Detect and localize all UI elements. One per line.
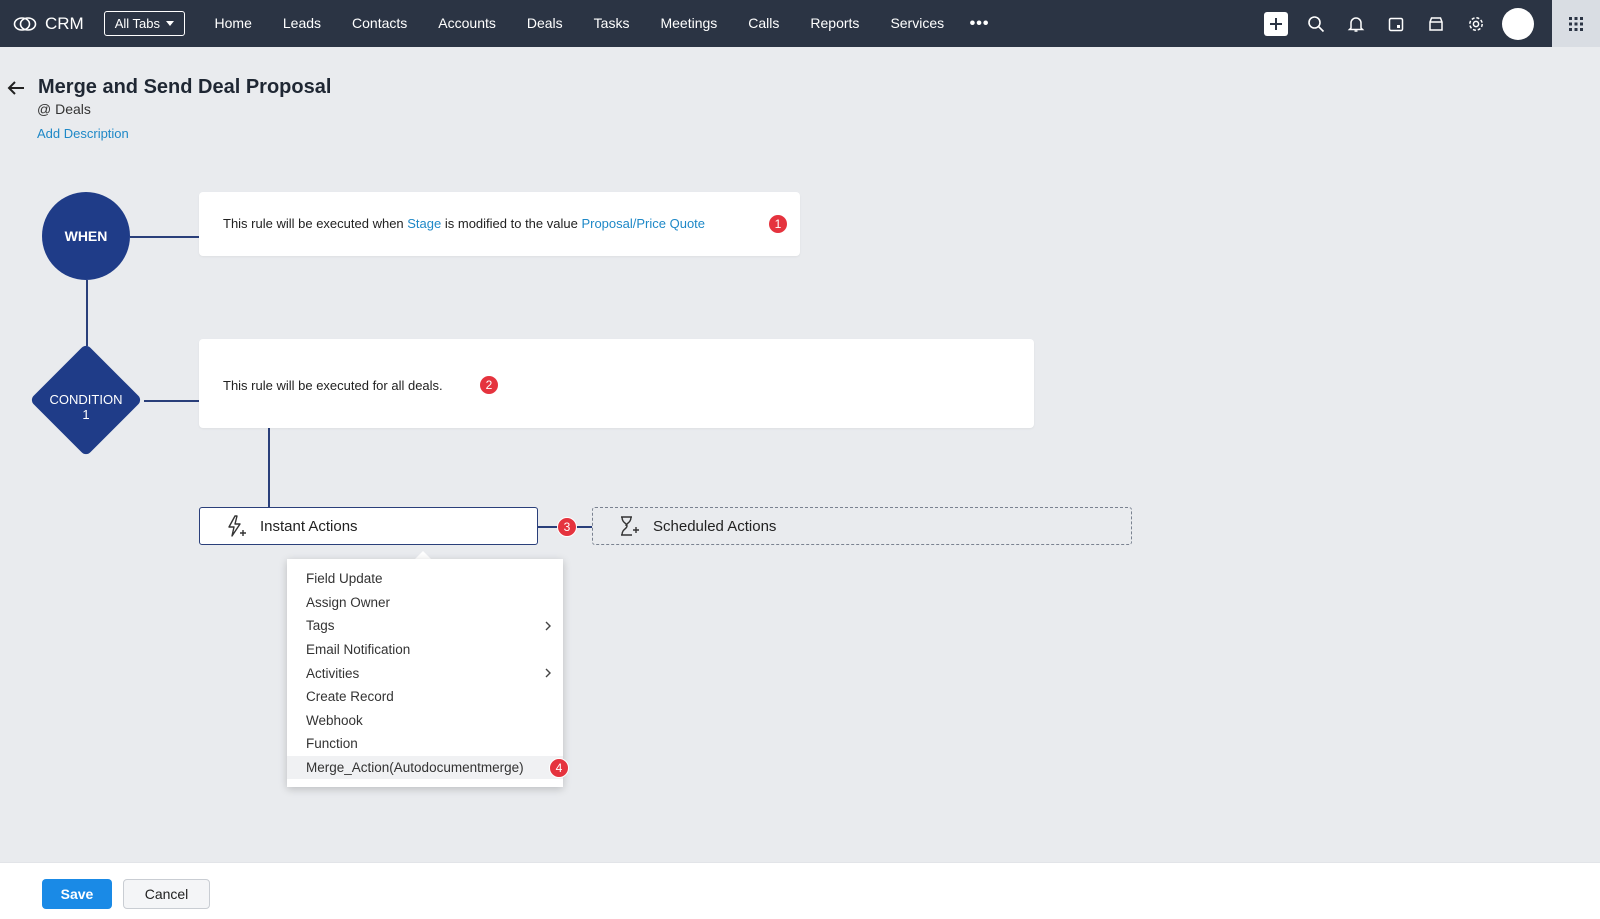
settings-button[interactable] [1456,0,1496,47]
save-button[interactable]: Save [42,879,112,909]
menu-item-label: Tags [306,618,335,634]
menu-item-label: Create Record [306,689,394,705]
menu-item-tags[interactable]: Tags [287,614,563,638]
nav-calls[interactable]: Calls [733,0,795,47]
scheduled-actions-label: Scheduled Actions [653,517,777,535]
back-arrow-icon[interactable] [5,77,27,99]
menu-item-field-update[interactable]: Field Update [287,567,563,591]
nav-services[interactable]: Services [875,0,960,47]
caret-down-icon [166,21,175,26]
nav-tasks[interactable]: Tasks [578,0,645,47]
condition-label: CONDITION 1 [30,392,142,422]
connector-condition-card [144,400,199,402]
nav-deals[interactable]: Deals [511,0,578,47]
create-button[interactable] [1256,0,1296,47]
menu-item-label: Function [306,736,358,752]
condition-card[interactable]: This rule will be executed for all deals… [199,339,1034,428]
search-icon [1308,15,1325,32]
menu-item-label: Merge_Action(Autodocumentmerge) [306,760,524,776]
add-description-link[interactable]: Add Description [37,126,129,141]
page-title: Merge and Send Deal Proposal [38,76,332,98]
cancel-button[interactable]: Cancel [123,879,210,909]
main-nav: Home Leads Contacts Accounts Deals Tasks… [199,0,999,47]
menu-item-function[interactable]: Function [287,732,563,756]
module-label: @ Deals [37,101,91,117]
menu-item-label: Email Notification [306,642,411,658]
all-tabs-label: All Tabs [114,16,161,31]
connector-when-card [130,236,199,238]
when-text-2: is modified to the value [441,216,582,231]
top-nav-bar: CRM All Tabs Home Leads Contacts Account… [0,0,1600,47]
apps-grid-icon [1569,16,1583,31]
menu-item-label: Webhook [306,712,363,728]
step-badge-4: 4 [549,757,569,778]
marketplace-button[interactable] [1416,0,1456,47]
when-text-1: This rule will be executed when [223,216,408,231]
crm-logo-icon [13,16,37,31]
plus-icon [1264,11,1288,36]
search-button[interactable] [1296,0,1336,47]
app-name: CRM [45,13,84,33]
when-node: WHEN [42,192,130,280]
when-description: This rule will be executed when Stage is… [223,216,705,231]
stage-field-link[interactable]: Stage [407,216,441,231]
condition-description: This rule will be executed for all deals… [223,378,443,393]
menu-item-merge-action[interactable]: Merge_Action(Autodocumentmerge) 4 [287,755,569,780]
apps-button[interactable] [1552,0,1600,47]
nav-home[interactable]: Home [199,0,267,47]
nav-reports[interactable]: Reports [795,0,875,47]
store-icon [1429,16,1443,31]
menu-item-label: Field Update [306,571,383,587]
when-card[interactable]: This rule will be executed when Stage is… [199,192,800,256]
menu-item-create-record[interactable]: Create Record [287,685,563,709]
user-avatar[interactable] [1502,7,1534,40]
connector-card-actions [268,428,270,507]
hourglass-plus-icon [621,516,639,536]
step-badge-1: 1 [768,214,788,234]
at-icon: @ [37,101,52,117]
nav-accounts[interactable]: Accounts [423,0,512,47]
top-icons [1256,0,1600,47]
module-name: Deals [55,101,91,117]
more-tabs-icon[interactable]: ••• [960,0,1000,47]
gear-icon [1469,16,1483,31]
menu-item-assign-owner[interactable]: Assign Owner [287,591,563,615]
scheduled-actions-button[interactable]: Scheduled Actions [592,507,1132,545]
all-tabs-dropdown[interactable]: All Tabs [103,11,186,36]
lightning-plus-icon [228,515,246,537]
menu-item-webhook[interactable]: Webhook [287,709,563,733]
when-label: WHEN [64,228,108,244]
menu-item-label: Activities [306,665,360,681]
footer-bar [0,862,1600,919]
condition-label-line2: 1 [82,407,90,422]
step-badge-2: 2 [479,375,499,395]
bell-icon [1347,16,1365,32]
instant-actions-label: Instant Actions [260,517,358,535]
stage-value-link[interactable]: Proposal/Price Quote [581,216,705,231]
nav-leads[interactable]: Leads [267,0,336,47]
calendar-icon [1388,17,1404,31]
chevron-right-icon [545,621,551,631]
menu-item-activities[interactable]: Activities [287,661,563,685]
nav-contacts[interactable]: Contacts [337,0,423,47]
chevron-right-icon [545,668,551,678]
crm-brand[interactable]: CRM [13,14,84,34]
connector-when-condition [86,280,88,346]
calendar-button[interactable] [1376,0,1416,47]
instant-actions-button[interactable]: Instant Actions [199,507,538,545]
notifications-button[interactable] [1336,0,1376,47]
menu-item-label: Assign Owner [306,594,391,610]
menu-item-email-notification[interactable]: Email Notification [287,638,563,662]
condition-label-line1: CONDITION [49,392,123,407]
instant-actions-menu: Field Update Assign Owner Tags Email Not… [287,559,569,788]
nav-meetings[interactable]: Meetings [645,0,733,47]
step-badge-3: 3 [557,517,577,537]
